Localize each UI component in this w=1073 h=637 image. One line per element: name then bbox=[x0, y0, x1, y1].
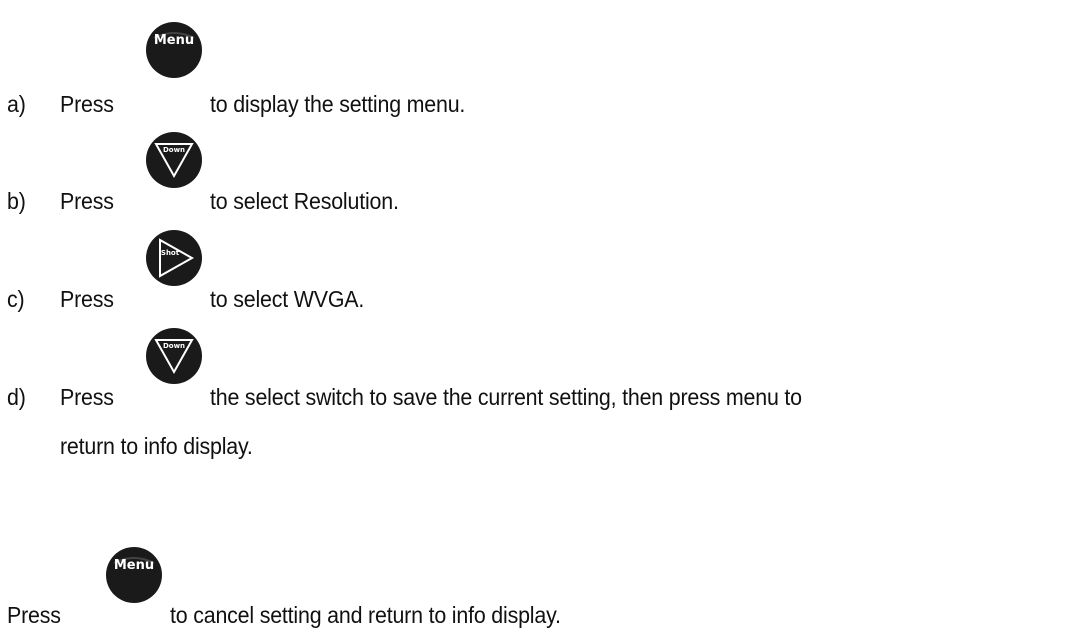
step-a-press: Press bbox=[60, 91, 114, 117]
step-d-text: the select switch to save the current se… bbox=[210, 384, 802, 410]
step-b-marker: b) bbox=[7, 188, 26, 214]
step-b-text: to select Resolution. bbox=[210, 188, 399, 214]
step-c-text: to select WVGA. bbox=[210, 286, 365, 312]
menu-button-icon: Menu bbox=[104, 545, 164, 603]
step-c-press: Press bbox=[60, 286, 114, 312]
step-a-marker: a) bbox=[7, 91, 26, 117]
shot-button-icon: Shot bbox=[144, 228, 204, 286]
menu-button-label: Menu bbox=[114, 558, 154, 573]
down-button-label: Down bbox=[163, 342, 185, 350]
step-b-press: Press bbox=[60, 188, 114, 214]
step-c-marker: c) bbox=[7, 286, 25, 312]
step-d-marker: d) bbox=[7, 384, 26, 410]
instruction-document: a) Press Menu to display the setting men… bbox=[0, 0, 1073, 637]
shot-button-label: Shot bbox=[161, 249, 180, 257]
down-button-icon: Down bbox=[144, 130, 204, 188]
down-button-icon: Down bbox=[144, 326, 204, 384]
down-button-label: Down bbox=[163, 146, 185, 154]
menu-button-label: Menu bbox=[154, 33, 194, 48]
step-a-text: to display the setting menu. bbox=[210, 91, 466, 117]
footer-press: Press bbox=[7, 602, 61, 628]
menu-button-icon: Menu bbox=[144, 20, 204, 78]
step-d-text-continued: return to info display. bbox=[60, 433, 253, 459]
step-d-press: Press bbox=[60, 384, 114, 410]
footer-text: to cancel setting and return to info dis… bbox=[170, 602, 561, 628]
